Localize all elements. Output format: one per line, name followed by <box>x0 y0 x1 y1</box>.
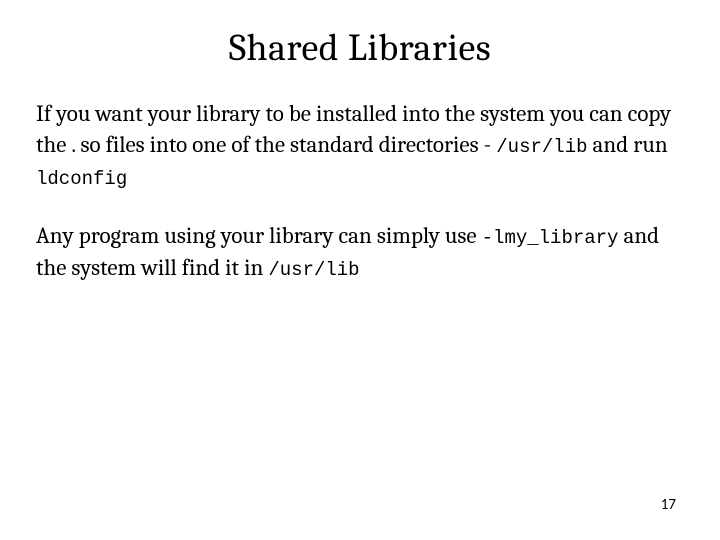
code-lmy-library: -lmy_library <box>482 227 619 249</box>
paragraph-2-text-1: Any program using your library can simpl… <box>36 222 482 249</box>
slide: Shared Libraries If you want your librar… <box>0 0 720 540</box>
page-number: 17 <box>661 496 676 514</box>
slide-body: If you want your library to be installed… <box>36 98 684 284</box>
slide-title: Shared Libraries <box>36 26 684 70</box>
paragraph-1: If you want your library to be installed… <box>36 98 684 192</box>
paragraph-2: Any program using your library can simpl… <box>36 220 684 283</box>
code-ldconfig: ldconfig <box>36 168 127 190</box>
paragraph-1-text-2: and run <box>588 131 668 158</box>
code-usr-lib-2: /usr/lib <box>268 259 359 281</box>
code-usr-lib: /usr/lib <box>496 136 587 158</box>
